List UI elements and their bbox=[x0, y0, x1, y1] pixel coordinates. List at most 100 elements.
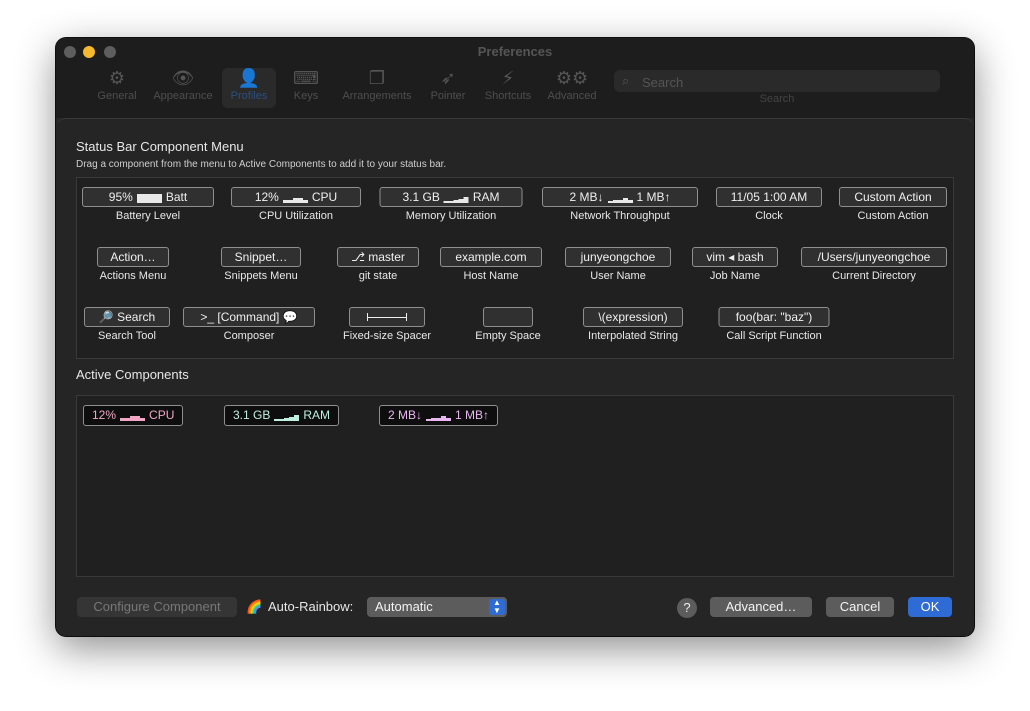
component-chip[interactable]: 12% CPU bbox=[231, 187, 361, 207]
component-chip[interactable]: 3.1 GB RAM bbox=[379, 187, 523, 207]
auto-rainbow-label: Auto-Rainbow: bbox=[268, 599, 354, 614]
menu-component[interactable]: 12% CPU CPU Utilization bbox=[231, 187, 361, 222]
component-chip[interactable]: junyeongchoe bbox=[565, 247, 671, 267]
tab-general[interactable]: ⚙ General bbox=[81, 68, 153, 108]
tab-keys[interactable]: ⌨ Keys bbox=[279, 68, 333, 108]
component-caption: Current Directory bbox=[832, 270, 916, 282]
chip-value: 12% bbox=[254, 190, 279, 204]
component-chip[interactable]: example.com bbox=[440, 247, 542, 267]
cpu-sparkline-icon bbox=[120, 410, 146, 421]
component-caption: Interpolated String bbox=[588, 330, 678, 342]
search-input[interactable] bbox=[640, 72, 934, 92]
menu-component[interactable]: >_ [Command] 💬 Composer bbox=[183, 307, 315, 342]
cpu-value: 12% bbox=[92, 408, 117, 422]
spark-bar bbox=[627, 199, 633, 203]
help-button[interactable]: ? bbox=[677, 598, 697, 618]
menu-component[interactable]: 95% Batt Battery Level bbox=[82, 187, 214, 222]
chip-text: 🔎 Search bbox=[98, 310, 156, 324]
spark-bar bbox=[140, 418, 146, 421]
eye-icon: 👁 bbox=[171, 68, 195, 88]
component-chip[interactable]: /Users/junyeongchoe bbox=[801, 247, 947, 267]
chevron-updown-icon: ▲ ▼ bbox=[489, 599, 505, 615]
component-chip[interactable]: vim ◂ bash bbox=[692, 247, 778, 267]
component-chip[interactable] bbox=[483, 307, 533, 327]
component-menu-panel: 95% Batt Battery Level 12% CPU CPU Utilizatio… bbox=[76, 177, 954, 359]
chip-text: /Users/junyeongchoe bbox=[817, 250, 931, 264]
component-caption: User Name bbox=[590, 270, 646, 282]
component-caption: Custom Action bbox=[857, 210, 929, 222]
menu-component[interactable]: foo(bar: "baz") Call Script Function bbox=[718, 307, 830, 342]
menu-component[interactable]: 🔎 Search Search Tool bbox=[84, 307, 170, 342]
component-chip[interactable]: Snippet… bbox=[221, 247, 301, 267]
component-chip[interactable]: \(expression) bbox=[583, 307, 683, 327]
sparkline-icon bbox=[443, 192, 469, 203]
ok-button[interactable]: OK bbox=[908, 597, 952, 617]
chip-label: 1 MB↑ bbox=[636, 190, 671, 204]
tab-appearance[interactable]: 👁 Appearance bbox=[147, 68, 219, 108]
menu-component[interactable]: Fixed-size Spacer bbox=[343, 307, 431, 342]
active-cpu-component[interactable]: 12% CPU bbox=[83, 405, 184, 426]
component-caption: Job Name bbox=[709, 270, 761, 282]
chip-text: vim ◂ bash bbox=[706, 250, 764, 264]
component-chip[interactable]: foo(bar: "baz") bbox=[718, 307, 830, 327]
menu-component[interactable]: junyeongchoe User Name bbox=[565, 247, 671, 282]
tab-arrangements[interactable]: ❐ Arrangements bbox=[336, 68, 418, 108]
component-chip[interactable] bbox=[349, 307, 425, 327]
tab-label: General bbox=[97, 90, 137, 102]
tab-label: Advanced bbox=[547, 90, 597, 102]
active-ram-component[interactable]: 3.1 GB RAM bbox=[224, 405, 340, 426]
component-chip[interactable]: 11/05 1:00 AM bbox=[716, 187, 822, 207]
chip-text: Action… bbox=[110, 250, 156, 264]
component-chip[interactable]: Custom Action bbox=[839, 187, 947, 207]
chip-value: 95% bbox=[108, 190, 133, 204]
tab-label: Keys bbox=[293, 90, 319, 102]
auto-rainbow-select[interactable]: Automatic ▲ ▼ bbox=[367, 597, 507, 617]
chip-label: CPU bbox=[311, 190, 338, 204]
search-caption: Search bbox=[759, 93, 795, 105]
component-chip[interactable]: 🔎 Search bbox=[84, 307, 170, 327]
spark-bar bbox=[446, 418, 452, 421]
search-field[interactable]: ⌕ bbox=[614, 70, 940, 92]
component-caption: Empty Space bbox=[475, 330, 541, 342]
chip-text: foo(bar: "baz") bbox=[735, 310, 813, 324]
component-chip[interactable]: >_ [Command] 💬 bbox=[183, 307, 315, 327]
sparkline-icon bbox=[607, 192, 633, 203]
component-chip[interactable]: Action… bbox=[97, 247, 169, 267]
menu-component[interactable]: \(expression) Interpolated String bbox=[583, 307, 683, 342]
active-network-component[interactable]: 2 MB↓ 1 MB↑ bbox=[379, 405, 499, 426]
spacer-icon bbox=[367, 313, 407, 321]
active-components-title: Active Components bbox=[76, 367, 189, 382]
component-chip[interactable]: 95% Batt bbox=[82, 187, 214, 207]
menu-component[interactable]: vim ◂ bash Job Name bbox=[692, 247, 778, 282]
tab-profiles[interactable]: 👤 Profiles bbox=[222, 68, 276, 108]
component-chip[interactable]: ⎇ master bbox=[337, 247, 419, 267]
menu-component[interactable]: example.com Host Name bbox=[440, 247, 542, 282]
menu-component[interactable]: Action… Actions Menu bbox=[97, 247, 169, 282]
component-chip[interactable]: 2 MB↓ 1 MB↑ bbox=[542, 187, 698, 207]
spark-bar bbox=[294, 415, 300, 421]
menu-component[interactable]: Custom Action Custom Action bbox=[839, 187, 947, 222]
component-caption: Battery Level bbox=[115, 210, 181, 222]
tab-label: Pointer bbox=[430, 90, 466, 102]
tab-shortcuts[interactable]: ⚡ Shortcuts bbox=[478, 68, 538, 108]
component-caption: Network Throughput bbox=[570, 210, 670, 222]
menu-component[interactable]: 11/05 1:00 AM Clock bbox=[716, 187, 822, 222]
menu-component[interactable]: ⎇ master git state bbox=[337, 247, 419, 282]
configure-component-button[interactable]: Configure Component bbox=[77, 597, 237, 617]
title-bar: Preferences ⚙ General 👁 Appearance 👤 Pro… bbox=[56, 38, 974, 118]
tab-pointer[interactable]: ➶ Pointer bbox=[422, 68, 474, 108]
tab-advanced[interactable]: ⚙⚙ Advanced bbox=[540, 68, 604, 108]
spark-bar bbox=[463, 196, 469, 203]
component-caption: Clock bbox=[755, 210, 783, 222]
menu-component[interactable]: Snippet… Snippets Menu bbox=[221, 247, 301, 282]
cancel-button[interactable]: Cancel bbox=[826, 597, 894, 617]
chip-text: junyeongchoe bbox=[580, 250, 656, 264]
active-components-panel[interactable]: 12% CPU 3.1 GB RAM 2 MB↓ 1 MB↑ bbox=[76, 395, 954, 577]
menu-component[interactable]: 2 MB↓ 1 MB↑ Network Throughput bbox=[542, 187, 698, 222]
menu-title: Status Bar Component Menu bbox=[76, 139, 244, 154]
menu-component[interactable]: 3.1 GB RAM Memory Utilization bbox=[379, 187, 523, 222]
advanced-button[interactable]: Advanced… bbox=[710, 597, 812, 617]
menu-component[interactable]: Empty Space bbox=[475, 307, 541, 342]
menu-component[interactable]: /Users/junyeongchoe Current Directory bbox=[801, 247, 947, 282]
chip-text: example.com bbox=[455, 250, 527, 264]
